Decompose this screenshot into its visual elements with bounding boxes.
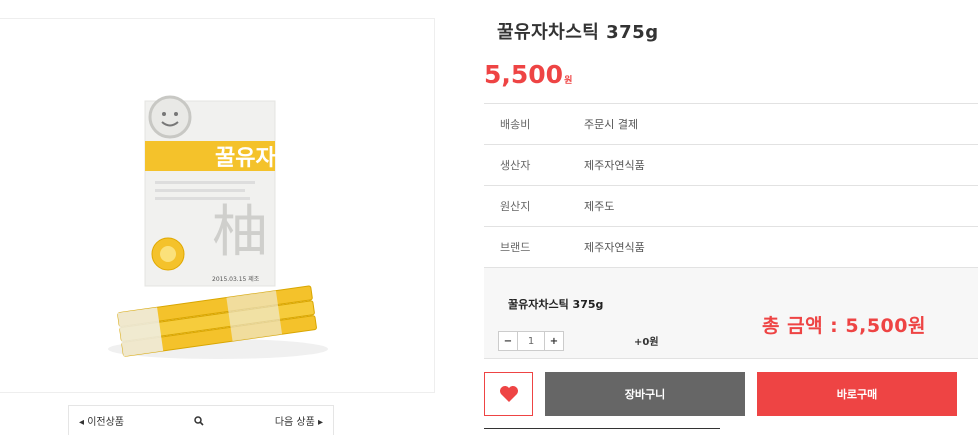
info-key: 브랜드: [500, 241, 531, 254]
info-key: 생산자: [500, 159, 531, 172]
buy-now-button[interactable]: 바로구매: [757, 372, 957, 416]
divider: [484, 428, 720, 429]
option-name: 꿀유자차스틱 375g: [508, 298, 604, 311]
prev-product-link[interactable]: ◂ 이전상품: [79, 413, 124, 428]
total-price: 총 금액 : 5,500원: [762, 315, 926, 337]
product-info-table: 배송비 주문시 결제 생산자 제주자연식품 원산지 제주도 브랜드 제주자연식품: [484, 103, 978, 268]
product-image: 꿀유자 柚 2015.03.15 제조: [0, 19, 434, 392]
magnifier-icon: [194, 415, 204, 426]
qty-decrease-button[interactable]: −: [498, 331, 518, 351]
info-value: 제주자연식품: [584, 241, 645, 254]
price-value: 5,500: [484, 60, 564, 89]
wishlist-button[interactable]: [484, 372, 533, 416]
info-value: 제주자연식품: [584, 159, 645, 172]
add-to-cart-button[interactable]: 장바구니: [545, 372, 745, 416]
info-row-producer: 생산자 제주자연식품: [484, 145, 978, 186]
next-product-link[interactable]: 다음 상품 ▸: [275, 413, 323, 428]
svg-text:2015.03.15 제조: 2015.03.15 제조: [212, 275, 260, 283]
info-key: 배송비: [500, 118, 531, 131]
info-value: 제주도: [584, 200, 615, 213]
info-key: 원산지: [500, 200, 531, 213]
info-row-brand: 브랜드 제주자연식품: [484, 227, 978, 268]
qty-increase-button[interactable]: +: [544, 331, 564, 351]
option-box: 꿀유자차스틱 375g − 1 + +0원 총 금액 : 5,500원: [484, 268, 978, 359]
info-value: 주문시 결제: [584, 118, 639, 131]
product-image-panel: 꿀유자 柚 2015.03.15 제조: [0, 18, 435, 393]
info-row-shipping: 배송비 주문시 결제: [484, 104, 978, 145]
product-title: 꿀유자차스틱 375g: [497, 22, 659, 43]
heart-icon: [499, 386, 518, 402]
qty-input[interactable]: 1: [518, 331, 544, 351]
quantity-stepper: − 1 +: [498, 331, 564, 351]
svg-text:꿀유자: 꿀유자: [215, 146, 276, 171]
product-price: 5,500원: [484, 60, 572, 89]
zoom-button[interactable]: [194, 415, 204, 426]
info-row-origin: 원산지 제주도: [484, 186, 978, 227]
product-pager: ◂ 이전상품 다음 상품 ▸: [68, 405, 334, 435]
option-extra-price: +0원: [634, 337, 659, 348]
svg-text:柚: 柚: [212, 200, 268, 265]
price-unit: 원: [564, 76, 573, 86]
